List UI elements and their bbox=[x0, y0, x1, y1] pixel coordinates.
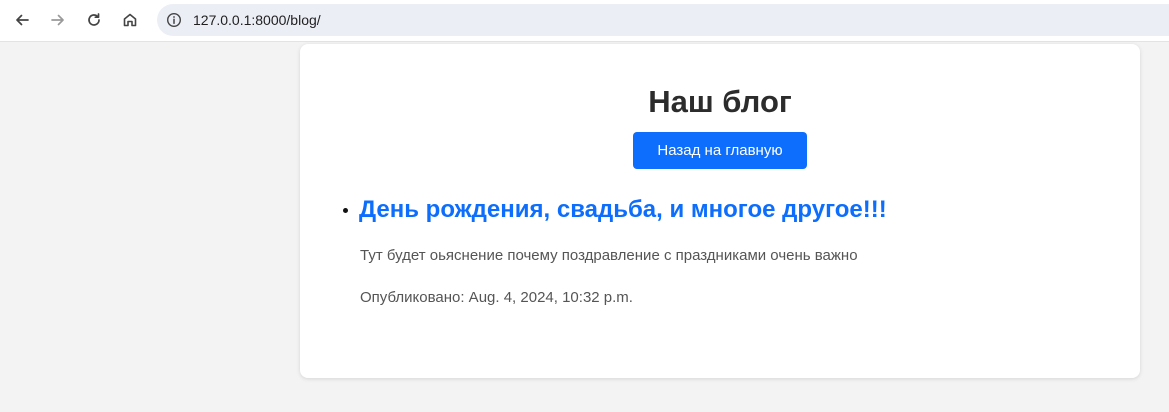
arrow-right-icon bbox=[51, 14, 64, 26]
url-text[interactable]: 127.0.0.1:8000/blog/ bbox=[193, 12, 321, 28]
site-info-icon[interactable] bbox=[163, 9, 185, 31]
post-title-link[interactable]: День рождения, свадьба, и многое другое!… bbox=[359, 194, 887, 226]
page-title: Наш блог bbox=[648, 84, 792, 119]
reload-button[interactable] bbox=[80, 6, 108, 34]
post-excerpt: Тут будет оьяснение почему поздравление … bbox=[360, 247, 858, 264]
forward-button[interactable] bbox=[44, 6, 72, 34]
blog-card: Наш блог Назад на главную День рождения,… bbox=[300, 44, 1140, 378]
arrow-left-icon bbox=[16, 14, 29, 26]
post-published-date: Опубликовано: Aug. 4, 2024, 10:32 p.m. bbox=[360, 289, 633, 306]
bullet-icon bbox=[343, 208, 348, 213]
back-to-home-button[interactable]: Назад на главную bbox=[633, 132, 807, 169]
address-bar[interactable]: 127.0.0.1:8000/blog/ bbox=[157, 4, 1169, 36]
browser-toolbar: 127.0.0.1:8000/blog/ bbox=[0, 0, 1169, 42]
reload-icon bbox=[88, 13, 100, 26]
home-icon bbox=[123, 13, 137, 27]
back-button[interactable] bbox=[8, 6, 36, 34]
home-nav-button[interactable] bbox=[116, 6, 144, 34]
